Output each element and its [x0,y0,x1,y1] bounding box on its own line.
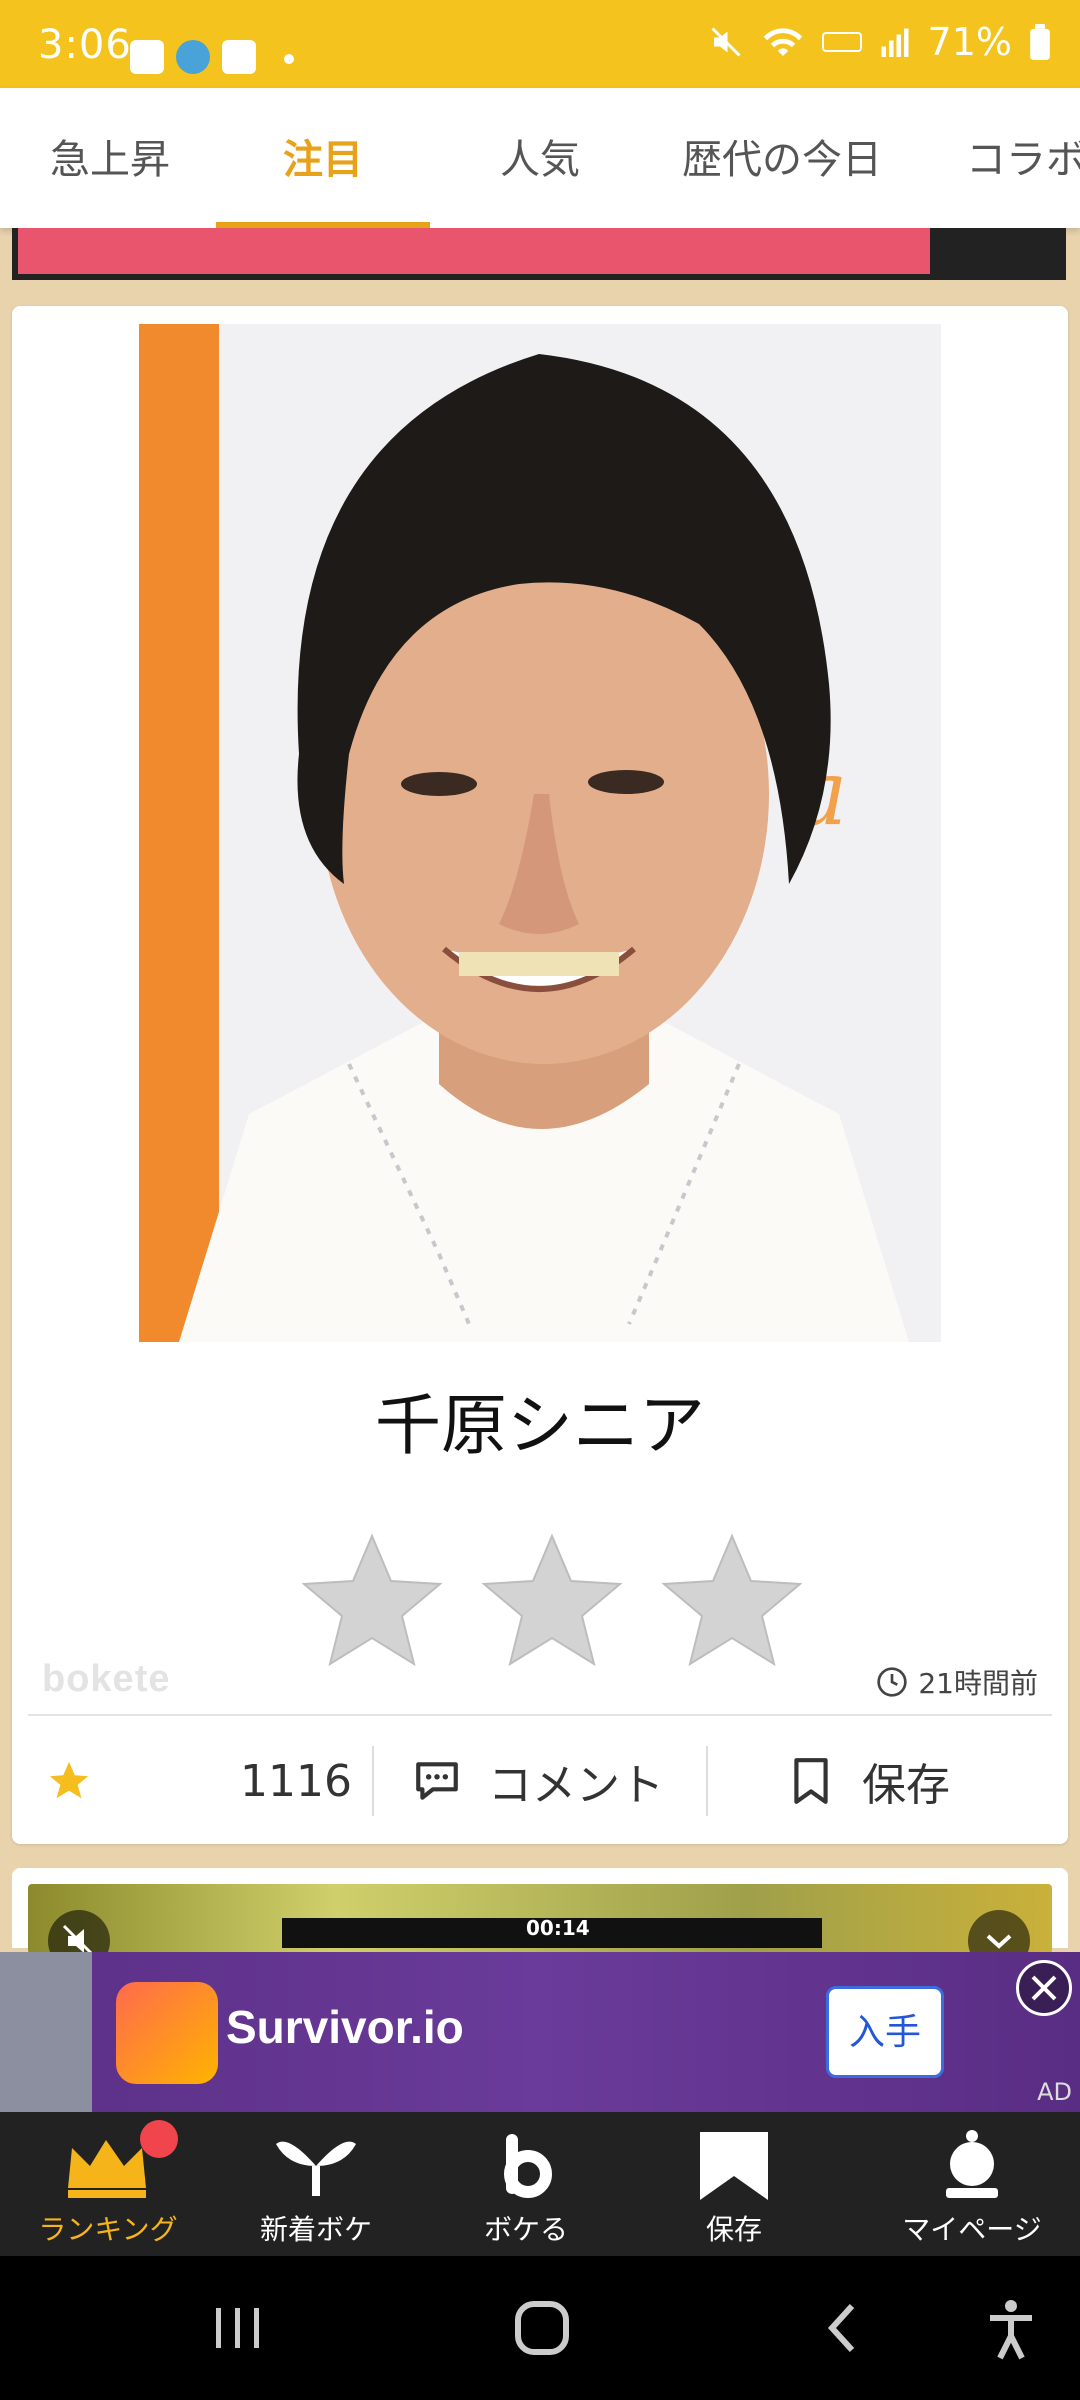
bookmark-outline-icon [794,1758,828,1804]
battery-icon [1030,24,1050,60]
bookmark-icon [700,2132,768,2200]
nav-ranking[interactable]: ランキング [0,2112,216,2256]
banner-dark-block [930,228,1060,274]
card-divider [28,1714,1052,1716]
status-bar: 3:06 71% [0,0,1080,88]
ad-close-button[interactable] [1016,1960,1072,2016]
tab-collab[interactable]: コラボ [966,88,1080,228]
post-time: 21時間前 [876,1662,1038,1702]
rating-stars[interactable] [301,1526,803,1676]
category-tabs: 急上昇 注目 人気 歴代の今日 コラボ [0,88,1080,228]
post-photo[interactable]: a [139,324,941,1342]
system-nav-bar [0,2256,1080,2400]
favorite-count: 1116 [240,1755,352,1807]
status-time: 3:06 [38,22,132,68]
notification-dot-icon [284,54,294,64]
comment-button[interactable]: コメント [412,1726,712,1836]
accessibility-icon[interactable] [984,2296,1038,2360]
tab-featured[interactable]: 注目 [216,88,430,228]
user-icon [946,2130,998,2198]
recent-apps-icon[interactable] [212,2296,264,2360]
post-actions: 1116 コメント 保存 [12,1726,1068,1836]
star-rate-2-icon[interactable] [481,1533,623,1667]
signal-icon [881,28,909,57]
home-icon[interactable] [510,2296,574,2360]
nav-saved-label: 保存 [705,2213,762,2246]
tab-trending[interactable]: 急上昇 [30,88,190,228]
nav-mypage-label: マイページ [902,2213,1042,2246]
nav-mypage[interactable]: マイページ [864,2112,1080,2256]
sprout-icon [276,2141,356,2196]
save-label: 保存 [862,1760,950,1811]
post-card: a 千原シニア bokete [12,306,1068,1844]
action-separator [372,1746,374,1816]
volte-icon [821,32,862,52]
notification-app-icon [176,40,210,74]
favorite-button[interactable]: 1116 [46,1726,366,1836]
ad-app-icon [116,1982,218,2084]
bokete-watermark: bokete [42,1658,171,1700]
next-post-card: 00:14 [12,1868,1068,1972]
star-rate-1-icon[interactable] [301,1533,443,1667]
comment-icon [416,1762,458,1800]
tab-popular[interactable]: 人気 [460,88,620,228]
save-button[interactable]: 保存 [788,1726,1048,1836]
nav-saved[interactable]: 保存 [626,2112,842,2256]
star-filled-icon [49,1761,89,1799]
comment-label: コメント [488,1760,664,1811]
ad-banner[interactable]: Survivor.io 入手 AD [0,1952,1080,2112]
ad-app-name: Survivor.io [226,2001,464,2053]
close-icon [1031,1975,1057,2001]
ad-thumbnail [0,1952,92,2112]
crown-icon [68,2140,146,2198]
promo-banner[interactable] [12,228,1066,280]
star-rate-3-icon[interactable] [661,1533,803,1667]
bottom-nav: ランキング 新着ボケ ボケる 保存 マイページ [0,2112,1080,2256]
video-preview[interactable]: 00:14 [28,1884,1052,1972]
nav-new-boke-label: 新着ボケ [259,2213,372,2246]
nav-post-boke-label: ボケる [483,2213,568,2246]
ad-get-button[interactable]: 入手 [826,1986,944,2078]
tab-history-today[interactable]: 歴代の今日 [672,88,892,228]
notification-badge [140,2120,178,2158]
nav-new-boke[interactable]: 新着ボケ [208,2112,424,2256]
ad-label: AD [1037,2078,1072,2106]
time-ago-label: 21時間前 [918,1667,1038,1700]
video-time: 00:14 [526,1916,590,1940]
nav-post-boke[interactable]: ボケる [418,2112,634,2256]
portrait-image: a [139,324,941,1342]
b-logo-icon [504,2134,552,2198]
battery-percent: 71% [927,20,1012,64]
action-separator [706,1746,708,1816]
post-caption: 千原シニア [375,1387,705,1464]
notification-app-icon [130,40,164,74]
notification-app-icon [222,40,256,74]
clock-icon [877,1667,908,1697]
nav-ranking-label: ランキング [38,2213,178,2246]
mute-icon [710,27,741,57]
back-icon[interactable] [822,2296,862,2360]
wifi-icon [763,28,802,56]
